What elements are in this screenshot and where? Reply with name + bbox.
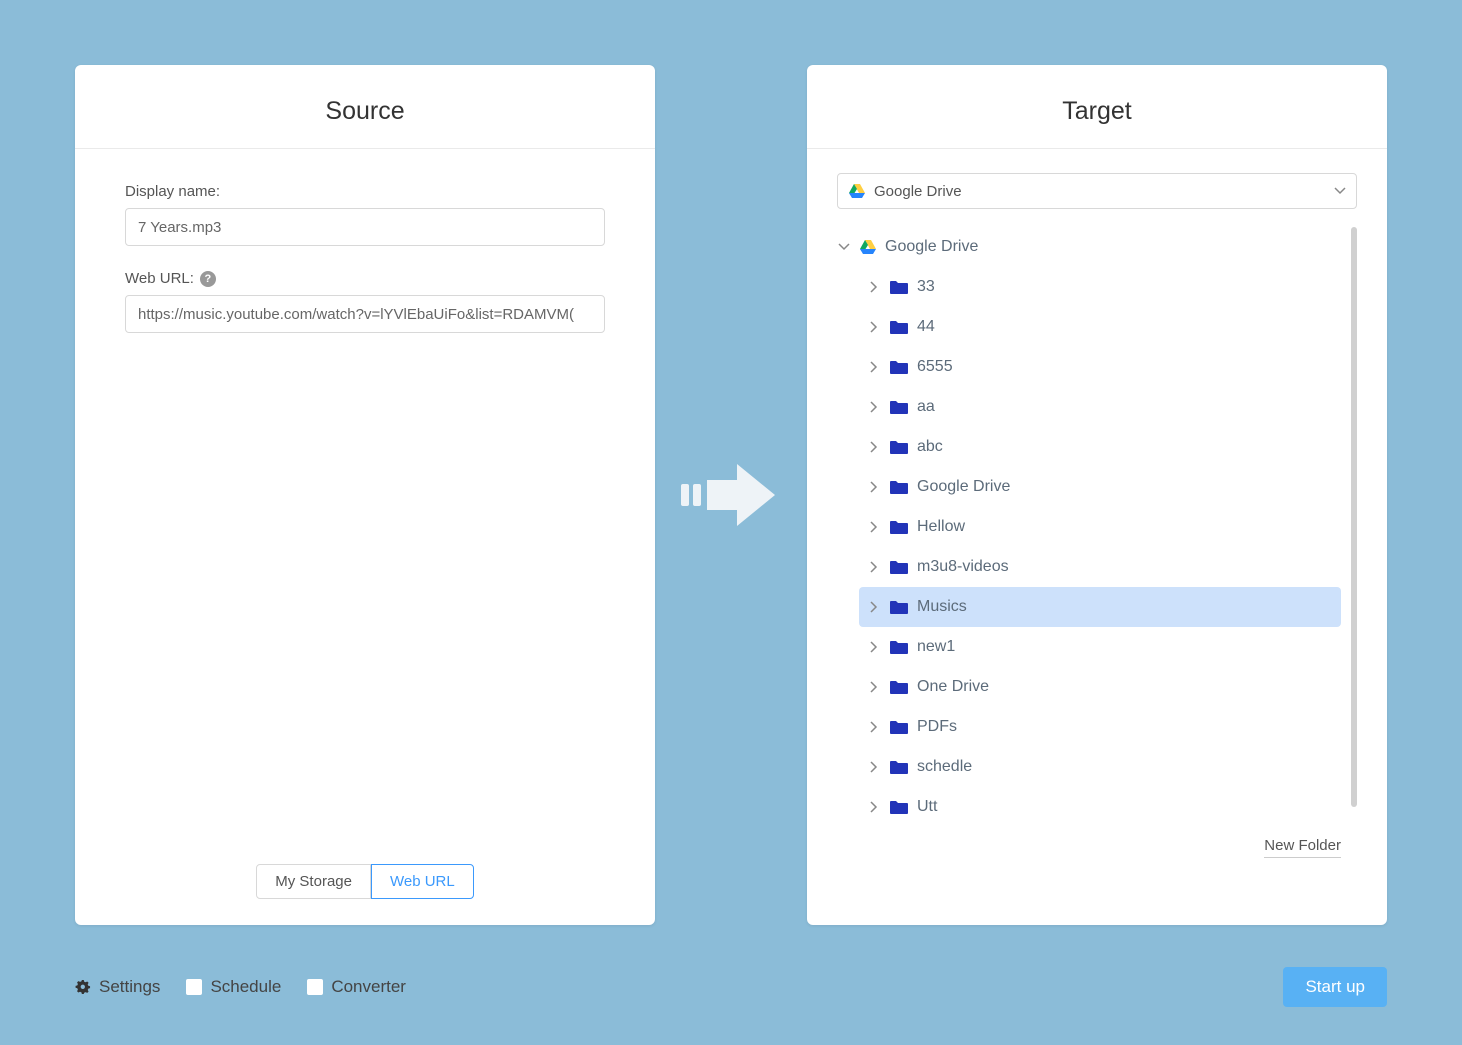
tree-folder-item[interactable]: new1 [859,627,1341,667]
folder-label: schedle [917,758,972,776]
display-name-label: Display name: [125,183,605,200]
chevron-right-icon [867,801,881,813]
target-panel: Target Google Drive Googl [807,65,1387,925]
folder-icon [889,799,909,815]
target-drive-dropdown[interactable]: Google Drive [837,173,1357,209]
chevron-right-icon [867,441,881,453]
chevron-right-icon [867,681,881,693]
dropdown-selected-label: Google Drive [874,183,962,200]
google-drive-icon [859,239,877,255]
folder-label: 33 [917,278,935,296]
chevron-right-icon [867,641,881,653]
folder-label: PDFs [917,718,957,736]
folder-label: Utt [917,798,937,816]
source-tabs: My Storage Web URL [125,864,605,925]
folder-icon [889,679,909,695]
chevron-right-icon [867,481,881,493]
startup-button[interactable]: Start up [1283,967,1387,1007]
tab-my-storage[interactable]: My Storage [256,864,371,899]
folder-icon [889,439,909,455]
folder-label: 44 [917,318,935,336]
folder-label: Hellow [917,518,965,536]
tree-folder-item[interactable]: 6555 [859,347,1341,387]
schedule-toggle[interactable]: Schedule [186,977,281,997]
tree-folder-item[interactable]: m3u8-videos [859,547,1341,587]
settings-link[interactable]: Settings [75,977,160,997]
web-url-input[interactable] [125,295,605,333]
folder-icon [889,479,909,495]
folder-icon [889,599,909,615]
chevron-right-icon [867,521,881,533]
tree-folder-item[interactable]: PDFs [859,707,1341,747]
folder-icon [889,559,909,575]
folder-icon [889,279,909,295]
folder-label: Google Drive [917,478,1010,496]
chevron-right-icon [867,561,881,573]
source-title: Source [75,97,655,126]
chevron-right-icon [867,401,881,413]
tree-folder-item[interactable]: 44 [859,307,1341,347]
tree-folder-item[interactable]: schedle [859,747,1341,787]
chevron-right-icon [867,361,881,373]
folder-label: m3u8-videos [917,558,1009,576]
folder-label: aa [917,398,935,416]
folder-label: 6555 [917,358,953,376]
tree-root-item[interactable]: Google Drive [837,227,1341,267]
chevron-down-icon [837,241,851,253]
folder-icon [889,519,909,535]
chevron-right-icon [867,321,881,333]
target-title: Target [807,97,1387,126]
tree-folder-item[interactable]: Hellow [859,507,1341,547]
new-folder-link[interactable]: New Folder [1264,837,1341,858]
chevron-right-icon [867,281,881,293]
folder-icon [889,759,909,775]
folder-label: new1 [917,638,955,656]
folder-icon [889,319,909,335]
converter-toggle[interactable]: Converter [307,977,406,997]
tree-scrollbar[interactable] [1351,227,1357,807]
source-header: Source [75,65,655,149]
display-name-input[interactable] [125,208,605,246]
tree-folder-item[interactable]: abc [859,427,1341,467]
schedule-checkbox[interactable] [186,979,202,995]
tree-folder-item[interactable]: aa [859,387,1341,427]
chevron-right-icon [867,761,881,773]
folder-icon [889,399,909,415]
target-header: Target [807,65,1387,149]
folder-icon [889,719,909,735]
folder-icon [889,639,909,655]
google-drive-icon [848,183,866,199]
folder-label: abc [917,438,943,456]
tree-folder-item[interactable]: Google Drive [859,467,1341,507]
folder-label: One Drive [917,678,989,696]
converter-checkbox[interactable] [307,979,323,995]
tree-folder-item[interactable]: One Drive [859,667,1341,707]
chevron-right-icon [867,601,881,613]
folder-label: Musics [917,598,967,616]
web-url-label: Web URL: ? [125,270,605,287]
help-icon[interactable]: ? [200,271,216,287]
tree-folder-item[interactable]: 33 [859,267,1341,307]
transfer-arrow-icon [681,460,781,530]
tab-web-url[interactable]: Web URL [371,864,474,899]
tree-folder-item[interactable]: Utt [859,787,1341,827]
tree-folder-item[interactable]: Musics [859,587,1341,627]
chevron-right-icon [867,721,881,733]
tree-root-label: Google Drive [885,238,978,256]
gear-icon [75,979,91,995]
source-panel: Source Display name: Web URL: ? My Stora… [75,65,655,925]
folder-icon [889,359,909,375]
chevron-down-icon [1334,185,1346,197]
